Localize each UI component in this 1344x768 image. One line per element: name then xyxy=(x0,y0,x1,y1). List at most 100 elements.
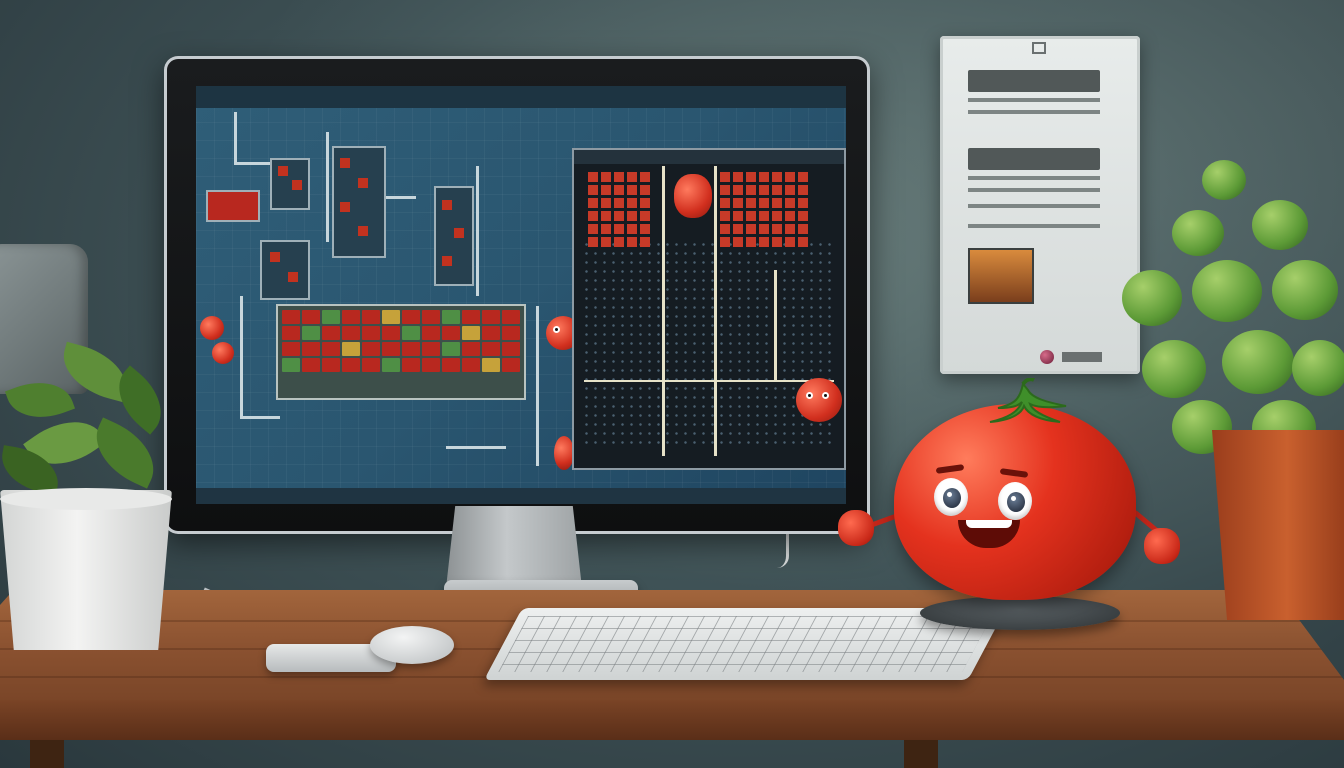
circuit-wire xyxy=(240,416,280,419)
game-window xyxy=(572,148,846,470)
red-grid-cell xyxy=(588,172,598,182)
tomato-right-fist xyxy=(1144,528,1180,564)
game-grid-line xyxy=(714,166,717,456)
red-grid-cell xyxy=(733,224,743,234)
chip-cell xyxy=(442,200,452,210)
screen-titlebar xyxy=(196,86,846,108)
chip-cell xyxy=(340,202,350,212)
left-plant-leaves xyxy=(0,340,180,510)
board-cell xyxy=(322,326,340,340)
game-grid-line xyxy=(584,380,834,382)
red-grid-cell xyxy=(798,185,808,195)
red-grid-cell xyxy=(627,185,637,195)
tomato-right-pupil xyxy=(1007,492,1025,512)
board-cell xyxy=(422,310,440,324)
tomato-stem-icon xyxy=(989,378,1067,423)
board-cell xyxy=(462,342,480,356)
tomato-left-pupil xyxy=(943,488,961,508)
red-grid-cell xyxy=(759,211,769,221)
board-cell xyxy=(362,342,380,356)
basil-leaf xyxy=(1142,340,1206,398)
board-cell xyxy=(342,358,360,372)
wall-control-panel xyxy=(940,36,1140,374)
board-cell xyxy=(322,358,340,372)
chip-block xyxy=(260,240,310,300)
red-grid-cell xyxy=(640,224,650,234)
circuit-wire xyxy=(446,446,506,449)
red-grid-cell xyxy=(785,185,795,195)
game-tomato-face xyxy=(796,378,842,422)
basil-leaf xyxy=(1252,200,1308,250)
panel-line xyxy=(968,188,1100,192)
board-cell xyxy=(322,342,340,356)
board-cell xyxy=(342,310,360,324)
game-red-grid xyxy=(720,172,808,247)
red-grid-cell xyxy=(785,224,795,234)
tomato-left-eye xyxy=(934,478,968,516)
panel-label xyxy=(1062,352,1102,362)
red-grid-cell xyxy=(720,185,730,195)
board-cell xyxy=(422,358,440,372)
chip-block xyxy=(332,146,386,258)
chip-cell xyxy=(288,272,298,282)
game-grid-line xyxy=(662,166,665,456)
red-grid-cell xyxy=(588,198,598,208)
red-grid-cell xyxy=(614,172,624,182)
board-cell xyxy=(462,326,480,340)
board-cell xyxy=(302,326,320,340)
chip-cell xyxy=(454,228,464,238)
red-grid-cell xyxy=(798,237,808,247)
red-grid-cell xyxy=(720,172,730,182)
red-grid-cell xyxy=(588,185,598,195)
board-cell xyxy=(362,326,380,340)
board-cell xyxy=(502,326,520,340)
monitor-screen xyxy=(196,86,846,504)
game-red-grid xyxy=(588,172,650,247)
red-grid-cell xyxy=(601,198,611,208)
game-window-header xyxy=(574,150,844,164)
red-grid-cell xyxy=(720,198,730,208)
chip-cell xyxy=(442,256,452,266)
board-cell xyxy=(482,358,500,372)
board-cell xyxy=(422,326,440,340)
chip-cell xyxy=(358,226,368,236)
mini-tomato xyxy=(212,342,234,364)
mini-tomato-eye xyxy=(822,392,829,399)
board-cell xyxy=(302,342,320,356)
red-grid-cell xyxy=(746,211,756,221)
board-cell xyxy=(402,326,420,340)
red-grid-cell xyxy=(772,198,782,208)
board-cell xyxy=(342,326,360,340)
red-grid-cell xyxy=(733,185,743,195)
panel-line xyxy=(968,204,1100,208)
basil-leaf xyxy=(1122,270,1182,326)
red-grid-cell xyxy=(746,237,756,247)
red-grid-cell xyxy=(785,211,795,221)
red-grid-cell xyxy=(601,185,611,195)
red-grid-cell xyxy=(601,224,611,234)
red-grid-cell xyxy=(588,237,598,247)
red-grid-cell xyxy=(614,198,624,208)
left-plant-pot-rim xyxy=(0,488,172,510)
basil-leaf xyxy=(1222,330,1294,394)
leaf xyxy=(4,370,76,430)
right-plant-basil xyxy=(1112,150,1344,470)
red-grid-cell xyxy=(733,211,743,221)
board-cell xyxy=(382,326,400,340)
chip-block xyxy=(206,190,260,222)
game-board-cells xyxy=(278,306,524,376)
board-cell xyxy=(362,310,380,324)
red-grid-cell xyxy=(720,224,730,234)
basil-leaf xyxy=(1292,340,1344,396)
board-cell xyxy=(482,310,500,324)
board-cell xyxy=(442,358,460,372)
red-grid-cell xyxy=(759,198,769,208)
basil-leaf xyxy=(1192,260,1262,322)
board-cell xyxy=(382,342,400,356)
board-cell xyxy=(462,358,480,372)
red-grid-cell xyxy=(798,172,808,182)
circuit-wire xyxy=(240,296,243,416)
board-cell xyxy=(282,358,300,372)
chip-block xyxy=(270,158,310,210)
board-cell xyxy=(402,358,420,372)
